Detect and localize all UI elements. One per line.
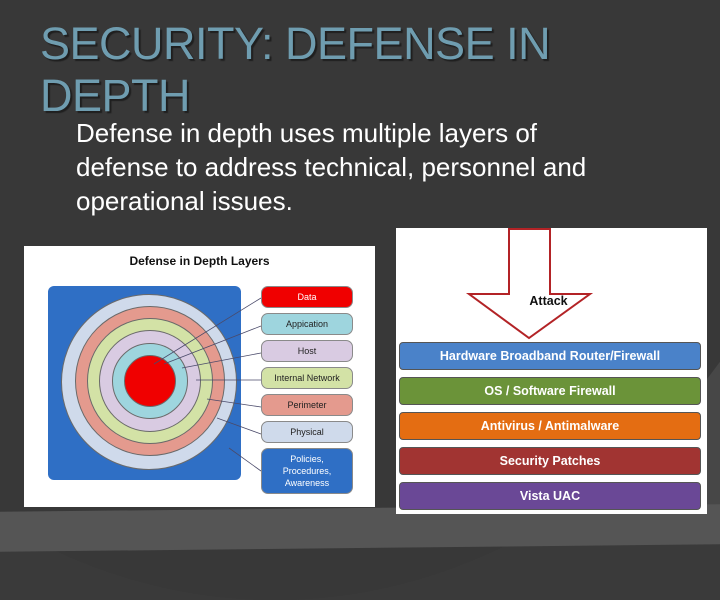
leader-line — [181, 352, 262, 369]
layer-bar-software-firewall: OS / Software Firewall — [399, 377, 701, 405]
layer-label-text: Appication — [285, 319, 329, 329]
leader-line — [206, 398, 262, 408]
layer-bar-text: Vista UAC — [519, 489, 581, 503]
layer-label-text: Host — [297, 346, 317, 356]
layer-label-policies: Policies, Procedures, Awareness — [261, 448, 353, 494]
layer-label-physical: Physical — [261, 421, 353, 443]
attack-arrow-icon — [465, 228, 594, 340]
layer-label-data: Data — [261, 286, 353, 308]
leader-line — [153, 297, 262, 365]
leader-line — [163, 325, 262, 365]
layer-label-text: Internal Network — [274, 373, 340, 383]
layer-label-text: Procedures, — [282, 466, 332, 476]
layer-label-host: Host — [261, 340, 353, 362]
layer-bar-text: Antivirus / Antimalware — [480, 419, 620, 433]
layer-label-perimeter: Perimeter — [261, 394, 353, 416]
layer-label-text: Policies, — [290, 454, 324, 464]
layer-bar-vista-uac: Vista UAC — [399, 482, 701, 510]
slide-title-line: DEPTH — [40, 70, 191, 121]
layer-bar-text: Security Patches — [499, 454, 601, 468]
slide-title-line: SECURITY: DEFENSE IN — [40, 18, 551, 69]
body-line: defense to address technical, personnel … — [76, 152, 587, 182]
layer-bar-router-firewall: Hardware Broadband Router/Firewall — [399, 342, 701, 370]
layer-bar-text: Hardware Broadband Router/Firewall — [439, 349, 661, 363]
leader-line — [216, 417, 262, 435]
body-line: operational issues. — [76, 186, 293, 216]
layer-label-text: Perimeter — [287, 400, 327, 410]
layer-label-text: Physical — [290, 427, 324, 437]
attack-layers-diagram: Attack Hardware Broadband Router/Firewal… — [396, 228, 707, 514]
layer-bar-security-patches: Security Patches — [399, 447, 701, 475]
layer-bar-text: OS / Software Firewall — [484, 384, 616, 398]
slide-body-text: Defense in depth uses multiple layers of… — [76, 116, 716, 218]
leader-line — [228, 447, 262, 472]
layer-label-text: Data — [297, 292, 317, 302]
defense-layers-diagram: Defense in Depth Layers Data Appication … — [24, 246, 375, 507]
layer-bar-antivirus: Antivirus / Antimalware — [399, 412, 701, 440]
attack-label: Attack — [529, 294, 568, 308]
layer-label-application: Appication — [261, 313, 353, 335]
layer-label-internal-network: Internal Network — [261, 367, 353, 389]
body-line: Defense in depth uses multiple layers of — [76, 118, 538, 148]
layer-label-text: Awareness — [284, 478, 330, 488]
slide-title: SECURITY: DEFENSE IN DEPTH — [40, 18, 640, 122]
